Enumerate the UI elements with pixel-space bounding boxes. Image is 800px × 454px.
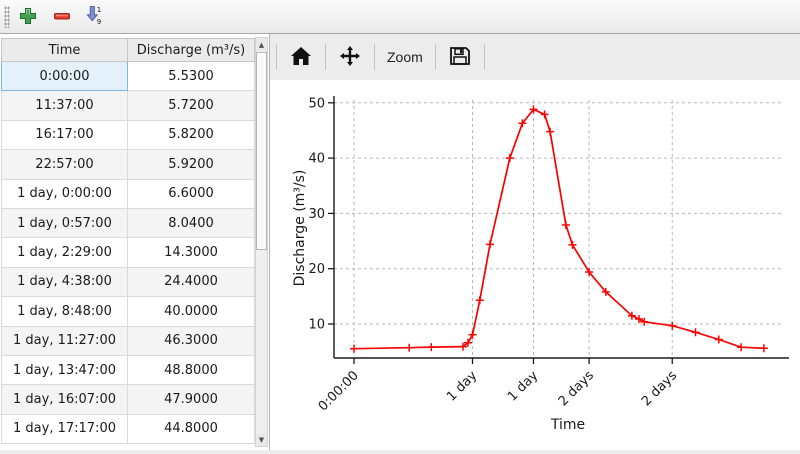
discharge-cell[interactable]: 8.0400 (128, 208, 255, 237)
chart-gridlines (334, 100, 783, 358)
plus-icon (19, 7, 37, 28)
table-row: 1 day, 0:57:008.0400 (2, 208, 255, 237)
chart-axes: 10 20 30 40 50 0:00:00 1 day 1 day 2 days 2 days (308, 96, 789, 414)
discharge-cell[interactable]: 5.5300 (128, 62, 255, 91)
toolbar-separator (435, 44, 436, 70)
svg-text:1 day: 1 day (444, 368, 481, 405)
discharge-cell[interactable]: 47.9000 (128, 385, 255, 414)
time-cell[interactable]: 1 day, 8:48:00 (2, 297, 128, 326)
table-row: 1 day, 4:38:0024.4000 (2, 267, 255, 296)
remove-row-button[interactable] (48, 4, 76, 30)
table-toolbar: 1 9 (0, 0, 800, 34)
discharge-table: Time Discharge (m³/s) 0:00:005.530011:37… (1, 38, 255, 444)
discharge-cell[interactable]: 46.3000 (128, 326, 255, 355)
toolbar-separator (276, 44, 277, 70)
table-row: 1 day, 17:17:0044.8000 (2, 414, 255, 443)
time-cell[interactable]: 1 day, 4:38:00 (2, 267, 128, 296)
app-window: 1 9 Time Discharge (m³/s) 0:00:005.53001… (0, 0, 800, 450)
zoom-button[interactable]: Zoom (381, 46, 429, 68)
toolbar-separator (484, 44, 485, 70)
time-cell[interactable]: 1 day, 13:47:00 (2, 355, 128, 384)
discharge-cell[interactable]: 40.0000 (128, 297, 255, 326)
discharge-cell[interactable]: 5.9200 (128, 150, 255, 179)
svg-text:2 days: 2 days (639, 368, 680, 409)
y-axis-label: Discharge (m³/s) (292, 170, 308, 287)
svg-text:9: 9 (97, 18, 101, 26)
discharge-cell[interactable]: 24.4000 (128, 267, 255, 296)
svg-text:10: 10 (308, 318, 325, 333)
discharge-cell[interactable]: 48.8000 (128, 355, 255, 384)
table-row: 1 day, 2:29:0014.3000 (2, 238, 255, 267)
svg-text:20: 20 (308, 262, 325, 277)
discharge-cell[interactable]: 6.6000 (128, 179, 255, 208)
x-axis-label: Time (550, 417, 585, 433)
svg-text:0:00:00: 0:00:00 (316, 368, 362, 414)
column-header-discharge[interactable]: Discharge (m³/s) (128, 39, 255, 62)
table-row: 1 day, 13:47:0048.8000 (2, 355, 255, 384)
column-header-time[interactable]: Time (2, 39, 128, 62)
pan-button[interactable] (332, 42, 368, 73)
discharge-cell[interactable]: 5.7200 (128, 91, 255, 120)
time-cell[interactable]: 1 day, 16:07:00 (2, 385, 128, 414)
scroll-down-arrow[interactable]: ▼ (256, 433, 267, 446)
discharge-cell[interactable]: 44.8000 (128, 414, 255, 443)
time-cell[interactable]: 1 day, 0:00:00 (2, 179, 128, 208)
chart-panel: Zoom 10 20 30 40 50 0:00:00 1 day 1 day 2 days 2 … (270, 34, 800, 450)
scrollbar-thumb[interactable] (256, 52, 267, 250)
table-row: 1 day, 16:07:0047.9000 (2, 385, 255, 414)
svg-text:1: 1 (97, 6, 101, 14)
table-row: 22:57:005.9200 (2, 150, 255, 179)
save-button[interactable] (442, 42, 478, 73)
home-button[interactable] (283, 42, 319, 73)
table-row: 1 day, 0:00:006.6000 (2, 179, 255, 208)
table-row: 1 day, 8:48:0040.0000 (2, 297, 255, 326)
sort-numeric-icon: 1 9 (83, 5, 105, 30)
pan-arrows-icon (338, 45, 362, 70)
table-row: 0:00:005.5300 (2, 62, 255, 91)
table-row: 16:17:005.8200 (2, 120, 255, 149)
time-cell[interactable]: 16:17:00 (2, 120, 128, 149)
toolbar-separator (374, 44, 375, 70)
time-series-table-panel: Time Discharge (m³/s) 0:00:005.530011:37… (0, 34, 269, 450)
add-row-button[interactable] (14, 4, 42, 30)
table-row: 1 day, 11:27:0046.3000 (2, 326, 255, 355)
time-cell[interactable]: 1 day, 11:27:00 (2, 326, 128, 355)
discharge-line-series (350, 105, 768, 352)
svg-text:50: 50 (308, 96, 325, 111)
svg-text:30: 30 (308, 207, 325, 222)
minus-icon (53, 7, 71, 28)
toolbar-separator (325, 44, 326, 70)
svg-text:40: 40 (308, 152, 325, 167)
table-header-row: Time Discharge (m³/s) (2, 39, 255, 62)
time-cell[interactable]: 1 day, 17:17:00 (2, 414, 128, 443)
time-cell[interactable]: 22:57:00 (2, 150, 128, 179)
plot-canvas[interactable]: 10203040500:00:001 day1 day2 days2 days … (270, 80, 800, 450)
scroll-up-arrow[interactable]: ▲ (256, 38, 267, 51)
discharge-cell[interactable]: 5.8200 (128, 120, 255, 149)
time-cell[interactable]: 11:37:00 (2, 91, 128, 120)
discharge-cell[interactable]: 14.3000 (128, 238, 255, 267)
svg-text:1 day: 1 day (505, 368, 542, 405)
sort-rows-button[interactable]: 1 9 (80, 4, 108, 30)
table-row: 11:37:005.7200 (2, 91, 255, 120)
save-floppy-icon (448, 45, 472, 70)
time-cell[interactable]: 1 day, 0:57:00 (2, 208, 128, 237)
time-cell[interactable]: 0:00:00 (2, 62, 128, 91)
plot-nav-toolbar: Zoom (270, 34, 800, 80)
hydrograph-chart: 10203040500:00:001 day1 day2 days2 days … (270, 80, 800, 450)
svg-text:2 days: 2 days (556, 368, 597, 409)
toolbar-drag-handle[interactable] (4, 6, 10, 28)
home-icon (289, 45, 313, 70)
table-scrollbar[interactable]: ▲ ▼ (255, 37, 268, 447)
time-cell[interactable]: 1 day, 2:29:00 (2, 238, 128, 267)
